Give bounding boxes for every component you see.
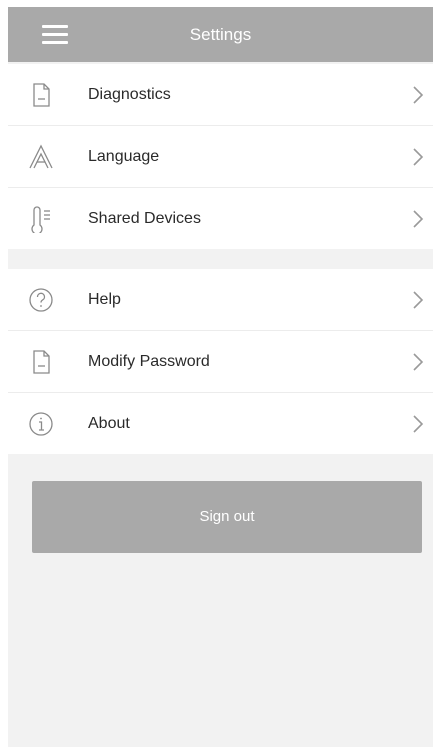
chevron-right-icon [413,415,424,433]
settings-group-secondary: Help Modify Password About [8,269,433,454]
chevron-right-icon [413,353,424,371]
settings-item-label: Language [88,148,160,165]
settings-item-modify-password[interactable]: Modify Password [8,331,433,393]
settings-screen: Settings Diagnostics Language Shared Dev… [8,7,433,747]
help-circle-icon [29,288,53,312]
settings-item-label: Shared Devices [88,210,201,227]
settings-item-help[interactable]: Help [8,269,433,331]
settings-item-label: Modify Password [88,353,210,370]
chevron-right-icon [413,86,424,104]
settings-item-label: Diagnostics [88,86,171,103]
document-icon [33,350,50,374]
hamburger-line [42,41,68,44]
settings-group-primary: Diagnostics Language Shared Devices [8,64,433,249]
sign-out-button[interactable]: Sign out [32,481,422,553]
settings-item-about[interactable]: About [8,393,433,454]
chevron-right-icon [413,291,424,309]
font-a-icon [29,144,53,169]
settings-item-label: About [88,415,130,432]
info-circle-icon [29,412,53,436]
document-icon [33,83,50,107]
top-bar: Settings [8,7,433,62]
menu-button[interactable] [36,21,76,49]
hamburger-line [42,33,68,36]
settings-item-label: Help [88,291,121,308]
thermometer-icon [31,206,50,233]
settings-item-diagnostics[interactable]: Diagnostics [8,64,433,126]
settings-item-shared-devices[interactable]: Shared Devices [8,188,433,249]
hamburger-line [42,25,68,28]
settings-item-language[interactable]: Language [8,126,433,188]
chevron-right-icon [413,148,424,166]
chevron-right-icon [413,210,424,228]
